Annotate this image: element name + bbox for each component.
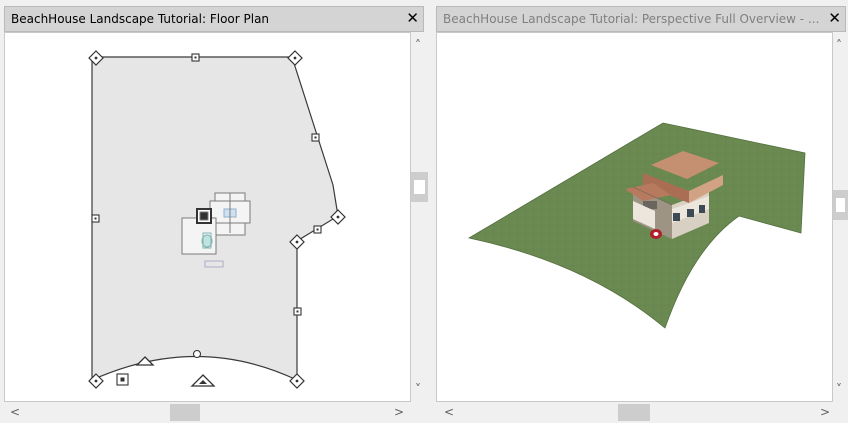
floor-plan-view[interactable] xyxy=(4,32,411,402)
floor-plan-tab[interactable]: BeachHouse Landscape Tutorial: Floor Pla… xyxy=(4,6,424,32)
perspective-horizontal-scrollbar[interactable]: < > xyxy=(436,402,848,423)
close-icon[interactable]: ✕ xyxy=(406,9,419,27)
scroll-down-icon[interactable]: ˅ xyxy=(836,382,842,396)
close-icon[interactable]: ✕ xyxy=(828,9,841,27)
perspective-view[interactable] xyxy=(436,32,833,402)
scroll-down-icon[interactable]: ˅ xyxy=(415,382,421,396)
scroll-up-icon[interactable]: ˄ xyxy=(415,38,421,52)
scroll-up-icon[interactable]: ˄ xyxy=(836,38,842,52)
scroll-right-icon[interactable]: > xyxy=(820,405,830,419)
floor-plan-panel: BeachHouse Landscape Tutorial: Floor Pla… xyxy=(0,0,428,423)
scroll-left-icon[interactable]: < xyxy=(444,405,454,419)
arc-handle[interactable] xyxy=(192,349,202,359)
scroll-right-icon[interactable]: > xyxy=(394,405,404,419)
perspective-vertical-scrollbar[interactable]: ˄ ˅ xyxy=(833,32,848,402)
scroll-left-icon[interactable]: < xyxy=(10,405,20,419)
perspective-canvas[interactable] xyxy=(437,33,832,401)
floor-plan-horizontal-scrollbar[interactable]: < > xyxy=(4,402,428,423)
horizontal-scroll-thumb[interactable] xyxy=(618,404,650,421)
floor-plan-vertical-scrollbar[interactable]: ˄ ˅ xyxy=(411,32,428,402)
vertical-scroll-thumb[interactable] xyxy=(833,190,848,220)
horizontal-scroll-thumb[interactable] xyxy=(170,404,200,421)
vertical-scroll-thumb[interactable] xyxy=(411,172,428,202)
floor-plan-tab-title: BeachHouse Landscape Tutorial: Floor Pla… xyxy=(11,12,270,26)
perspective-panel: BeachHouse Landscape Tutorial: Perspecti… xyxy=(434,0,848,423)
floor-plan-canvas[interactable] xyxy=(5,33,410,401)
terrain-3d xyxy=(467,122,806,329)
perspective-tab-title: BeachHouse Landscape Tutorial: Perspecti… xyxy=(443,12,820,26)
perspective-tab[interactable]: BeachHouse Landscape Tutorial: Perspecti… xyxy=(436,6,846,32)
